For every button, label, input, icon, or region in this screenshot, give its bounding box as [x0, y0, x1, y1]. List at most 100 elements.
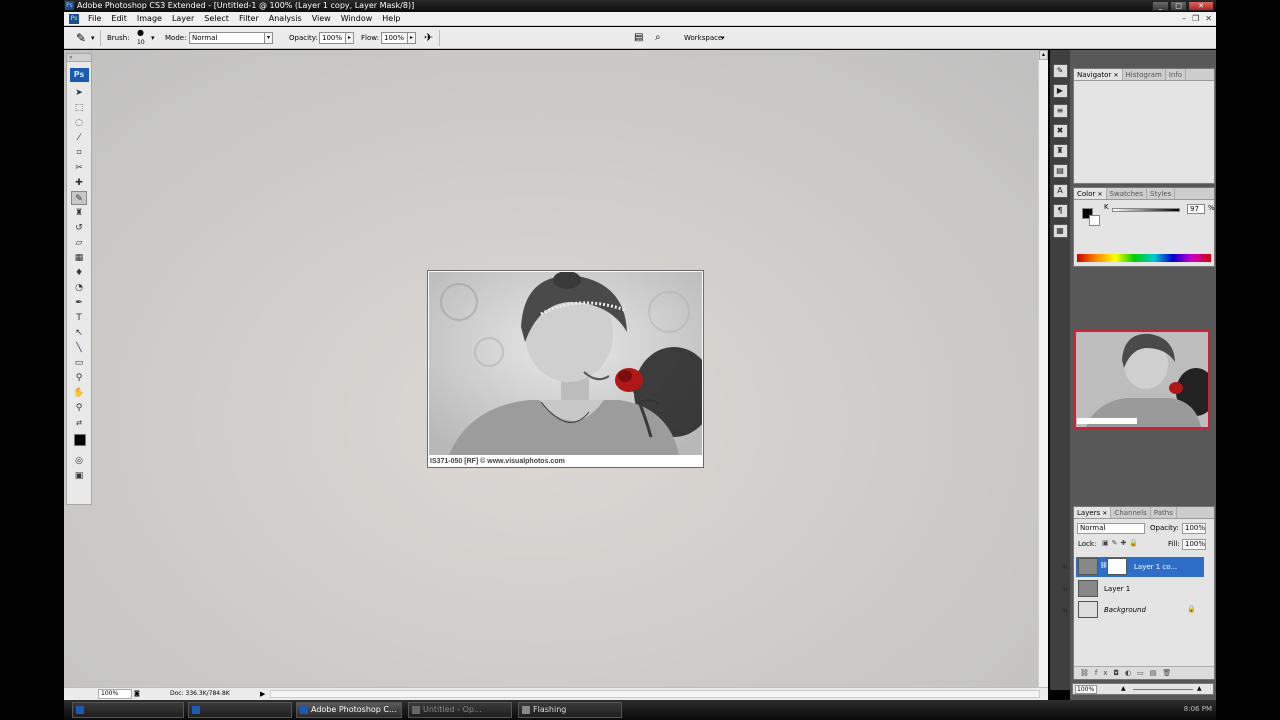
- background-swatch[interactable]: [1089, 215, 1100, 226]
- layer-style-icon[interactable]: fx: [1095, 669, 1114, 677]
- add-mask-icon[interactable]: ◘: [1114, 669, 1126, 677]
- screen-mode-icon[interactable]: ▣: [71, 469, 87, 483]
- move-tool-icon[interactable]: ➤: [71, 86, 87, 100]
- swap-colors-icon[interactable]: ⇄: [71, 416, 87, 430]
- notes-tool-icon[interactable]: ▭: [71, 356, 87, 370]
- layer-row[interactable]: ◉ Layer 1: [1062, 579, 1204, 599]
- hand-tool-icon[interactable]: ✋: [71, 386, 87, 400]
- visibility-eye-icon[interactable]: ◉: [1062, 563, 1068, 571]
- delete-layer-icon[interactable]: 🗑: [1162, 669, 1177, 677]
- zoom-out-icon[interactable]: ▲: [1121, 684, 1126, 694]
- type-tool-icon[interactable]: T: [71, 311, 87, 325]
- tab-color[interactable]: Color ✕: [1074, 188, 1107, 199]
- flow-input[interactable]: 100%: [381, 32, 409, 44]
- tool-presets-icon[interactable]: ✖: [1052, 124, 1068, 138]
- toolbox-grip[interactable]: »: [67, 54, 91, 62]
- menu-help[interactable]: Help: [377, 12, 405, 26]
- foreground-color-swatch[interactable]: [74, 434, 86, 446]
- history-brush-tool-icon[interactable]: ↺: [71, 221, 87, 235]
- paragraph-panel-icon[interactable]: ¶: [1052, 204, 1068, 218]
- line-tool-icon[interactable]: ╲: [71, 341, 87, 355]
- scroll-up-icon[interactable]: ▴: [1039, 50, 1048, 60]
- link-layers-icon[interactable]: ⛓: [1080, 669, 1095, 677]
- character-panel-icon[interactable]: A: [1052, 184, 1068, 198]
- adjustment-layer-icon[interactable]: ◐: [1125, 669, 1137, 677]
- layer-row[interactable]: ◉ Background 🔒: [1062, 600, 1204, 620]
- eraser-tool-icon[interactable]: ▱: [71, 236, 87, 250]
- brush-tool-preset-icon[interactable]: ✎: [76, 27, 86, 49]
- menu-layer[interactable]: Layer: [167, 12, 199, 26]
- slice-tool-icon[interactable]: ✂: [71, 161, 87, 175]
- document-canvas[interactable]: IS371-050 [RF] © www.visualphotos.com: [427, 270, 704, 468]
- photoshop-badge[interactable]: Ps: [69, 68, 89, 82]
- tab-histogram[interactable]: Histogram: [1123, 69, 1166, 80]
- canvas-area[interactable]: IS371-050 [RF] © www.visualphotos.com: [64, 50, 1048, 687]
- dodge-tool-icon[interactable]: ◔: [71, 281, 87, 295]
- navigator-zoom-input[interactable]: 100%: [1075, 685, 1097, 694]
- marquee-tool-icon[interactable]: ⬚: [71, 101, 87, 115]
- brush-picker-arrow-icon[interactable]: ▾: [151, 27, 155, 49]
- zoom-slider[interactable]: [1133, 689, 1193, 690]
- close-button[interactable]: ✕: [1188, 1, 1214, 11]
- blur-tool-icon[interactable]: ♦: [71, 266, 87, 280]
- clone-source-icon[interactable]: ♜: [1052, 144, 1068, 158]
- palette-well-icon[interactable]: ▤: [634, 27, 643, 49]
- taskbar-item[interactable]: [188, 702, 292, 718]
- taskbar-item-flashing[interactable]: Flashing: [518, 702, 622, 718]
- tab-styles[interactable]: Styles: [1147, 188, 1176, 199]
- maximize-button[interactable]: □: [1170, 1, 1187, 11]
- taskbar-item[interactable]: [72, 702, 184, 718]
- path-selection-tool-icon[interactable]: ↖: [71, 326, 87, 340]
- doc-restore-icon[interactable]: ❐: [1192, 14, 1199, 23]
- taskbar-item[interactable]: Untitled - Op...: [408, 702, 512, 718]
- menu-window[interactable]: Window: [336, 12, 378, 26]
- preset-dropdown-icon[interactable]: ▾: [91, 27, 95, 49]
- quick-mask-icon[interactable]: ◎: [71, 454, 87, 468]
- tab-paths[interactable]: Paths: [1151, 507, 1177, 518]
- tab-navigator[interactable]: Navigator ✕: [1074, 69, 1123, 80]
- healing-brush-tool-icon[interactable]: ✚: [71, 176, 87, 190]
- layer-mask-thumbnail[interactable]: [1107, 558, 1127, 575]
- visibility-eye-icon[interactable]: ◉: [1062, 585, 1068, 593]
- mode-dropdown-icon[interactable]: ▾: [264, 32, 273, 44]
- workspace-menu[interactable]: Workspace: [684, 27, 722, 49]
- visibility-eye-icon[interactable]: ◉: [1062, 606, 1068, 614]
- horizontal-scrollbar[interactable]: [270, 690, 1040, 698]
- ps-menu-icon[interactable]: Ps: [69, 14, 79, 24]
- opacity-arrow-icon[interactable]: ▸: [345, 32, 354, 44]
- menu-select[interactable]: Select: [199, 12, 234, 26]
- taskbar-item-photoshop[interactable]: Adobe Photoshop C...: [296, 702, 402, 718]
- menu-edit[interactable]: Edit: [106, 12, 132, 26]
- k-value-input[interactable]: 97: [1187, 204, 1205, 214]
- blend-mode-select[interactable]: Normal: [1077, 523, 1145, 534]
- tab-channels[interactable]: Channels: [1111, 507, 1151, 518]
- layer-comps-icon[interactable]: ▤: [1052, 164, 1068, 178]
- actions-panel-icon[interactable]: ▶: [1052, 84, 1068, 98]
- tab-layers[interactable]: Layers ✕: [1074, 507, 1112, 518]
- history-panel-icon[interactable]: ≡: [1052, 104, 1068, 118]
- zoom-in-icon[interactable]: ▲: [1197, 684, 1202, 694]
- document-photo[interactable]: [429, 272, 702, 455]
- new-group-icon[interactable]: ▭: [1137, 669, 1150, 677]
- status-nav-icon[interactable]: ◙: [134, 688, 140, 700]
- brush-tool-icon[interactable]: ✎: [71, 191, 87, 205]
- zoom-level-field[interactable]: 100%: [98, 689, 132, 699]
- minimize-button[interactable]: _: [1152, 1, 1169, 11]
- flow-arrow-icon[interactable]: ▸: [407, 32, 416, 44]
- k-slider[interactable]: [1112, 208, 1180, 212]
- tab-swatches[interactable]: Swatches: [1107, 188, 1147, 199]
- airbrush-icon[interactable]: ✈: [424, 27, 433, 49]
- menu-filter[interactable]: Filter: [234, 12, 264, 26]
- brushes-panel-icon[interactable]: ✎: [1052, 64, 1068, 78]
- lasso-tool-icon[interactable]: ◌: [71, 116, 87, 130]
- navigator-thumbnail[interactable]: [1074, 330, 1210, 429]
- magic-wand-tool-icon[interactable]: ⁄: [71, 131, 87, 145]
- workspace-arrow-icon[interactable]: ▾: [721, 27, 725, 49]
- zoom-tool-icon[interactable]: ⚲: [71, 401, 87, 415]
- gradient-tool-icon[interactable]: ▦: [71, 251, 87, 265]
- mode-select[interactable]: Normal: [189, 32, 267, 44]
- crop-tool-icon[interactable]: ⌗: [71, 146, 87, 160]
- status-menu-arrow-icon[interactable]: ▶: [260, 689, 265, 699]
- layer-opacity-input[interactable]: 100%: [1182, 523, 1206, 534]
- doc-close-icon[interactable]: ✕: [1205, 14, 1212, 23]
